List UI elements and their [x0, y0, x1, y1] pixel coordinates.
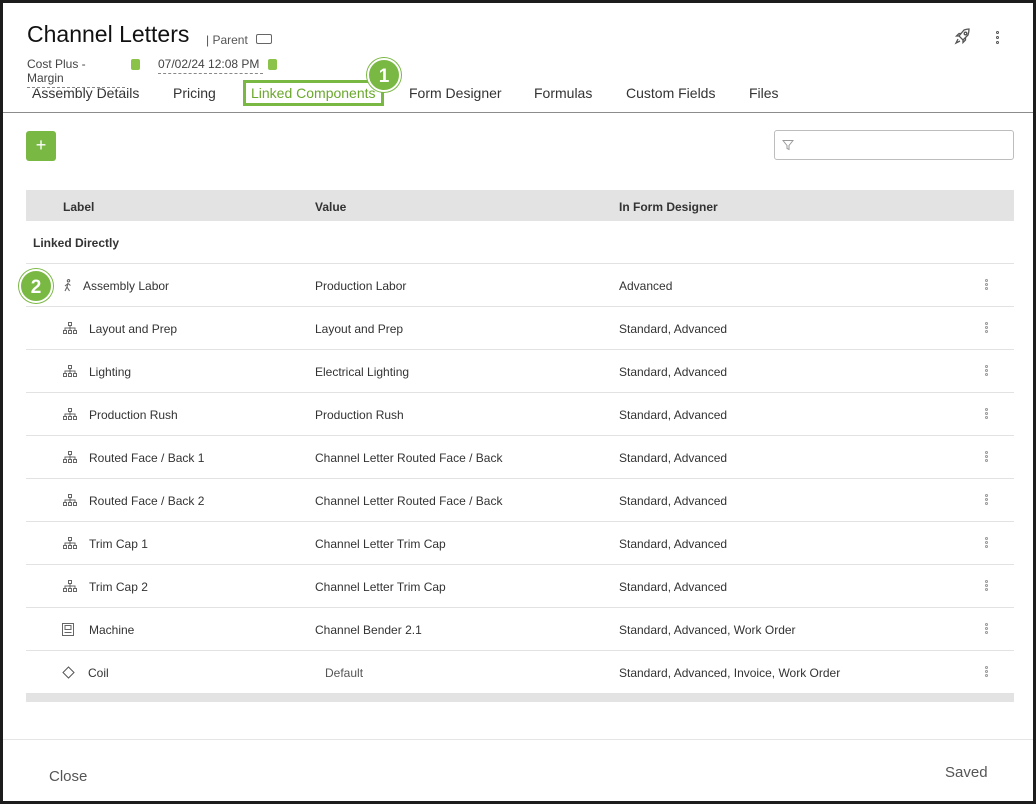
hierarchy-icon — [63, 451, 77, 465]
row-menu-icon[interactable] — [981, 365, 991, 379]
row-menu-icon[interactable] — [981, 537, 991, 551]
table-row[interactable]: Layout and Prep Layout and Prep Standard… — [26, 307, 1014, 350]
row-forms: Standard, Advanced — [619, 580, 728, 594]
close-button[interactable]: Close — [49, 768, 87, 785]
column-header-in-form-designer[interactable]: In Form Designer — [619, 200, 718, 214]
row-value: Channel Letter Routed Face / Back — [315, 451, 503, 465]
row-value: Default — [325, 666, 364, 680]
dialog: Channel Letters | Parent Cost Plus - Mar… — [0, 0, 1036, 804]
walking-person-icon — [61, 279, 75, 293]
linked-components-table: Label Value In Form Designer Linked Dire… — [26, 190, 1014, 702]
tab-bar: Assembly Details Pricing Linked Componen… — [3, 77, 1033, 113]
diamond-icon — [61, 666, 75, 680]
table-row[interactable]: Coil Default Standard, Advanced, Invoice… — [26, 651, 1014, 694]
row-label: Trim Cap 1 — [89, 537, 148, 551]
filter-icon — [782, 140, 794, 151]
row-forms: Standard, Advanced, Work Order — [619, 623, 796, 637]
row-forms: Standard, Advanced — [619, 494, 728, 508]
row-value: Channel Letter Trim Cap — [315, 580, 446, 594]
row-forms: Standard, Advanced — [619, 408, 728, 422]
callout-badge-2: 2 — [19, 269, 53, 303]
table-row[interactable]: Routed Face / Back 1 Channel Letter Rout… — [26, 436, 1014, 479]
tab-pricing[interactable]: Pricing — [173, 85, 216, 101]
hierarchy-icon — [63, 580, 77, 594]
row-forms: Advanced — [619, 279, 673, 293]
row-menu-icon[interactable] — [981, 580, 991, 594]
machine-icon — [61, 623, 75, 637]
row-label: Lighting — [89, 365, 132, 379]
column-header-value[interactable]: Value — [315, 200, 346, 214]
parent-label: | Parent — [206, 33, 248, 47]
row-menu-icon[interactable] — [981, 408, 991, 422]
row-value: Channel Bender 2.1 — [315, 623, 422, 637]
row-label: Routed Face / Back 1 — [89, 451, 205, 465]
table-header: Label Value In Form Designer — [26, 190, 1014, 221]
tab-assembly-details[interactable]: Assembly Details — [32, 85, 139, 101]
tab-form-designer[interactable]: Form Designer — [409, 85, 502, 101]
row-label: Assembly Labor — [83, 279, 170, 293]
row-menu-icon[interactable] — [981, 279, 991, 293]
row-label: Layout and Prep — [89, 322, 178, 336]
calculator-icon[interactable] — [131, 59, 140, 70]
row-label: Coil — [88, 666, 109, 680]
row-menu-icon[interactable] — [981, 623, 991, 637]
row-forms: Standard, Advanced — [619, 451, 728, 465]
row-label: Routed Face / Back 2 — [89, 494, 205, 508]
row-menu-icon[interactable] — [981, 451, 991, 465]
hierarchy-icon — [63, 494, 77, 508]
table-footer-bar — [26, 694, 1014, 702]
row-forms: Standard, Advanced — [619, 365, 728, 379]
row-label: Production Rush — [89, 408, 178, 422]
group-header: Linked Directly — [26, 221, 1014, 264]
table-row[interactable]: Production Rush Production Rush Standard… — [26, 393, 1014, 436]
row-menu-icon[interactable] — [981, 322, 991, 336]
table-row[interactable]: Trim Cap 1 Channel Letter Trim Cap Stand… — [26, 522, 1014, 565]
hierarchy-icon — [63, 537, 77, 551]
dialog-footer: Close Saved — [3, 739, 1033, 804]
callout-badge-1: 1 — [367, 58, 401, 92]
date-picker[interactable]: 07/02/24 12:08 PM — [158, 57, 263, 74]
row-menu-icon[interactable] — [981, 666, 991, 680]
save-status: Saved — [945, 764, 988, 781]
row-label: Trim Cap 2 — [89, 580, 148, 594]
row-value: Channel Letter Trim Cap — [315, 537, 446, 551]
row-menu-icon[interactable] — [981, 494, 991, 508]
calendar-icon[interactable] — [268, 59, 277, 70]
filter-input[interactable] — [774, 130, 1014, 160]
group-label: Linked Directly — [33, 236, 120, 250]
column-header-label[interactable]: Label — [63, 200, 94, 214]
row-forms: Standard, Advanced, Invoice, Work Order — [619, 666, 841, 680]
more-options-icon[interactable] — [989, 27, 1005, 47]
tab-formulas[interactable]: Formulas — [534, 85, 592, 101]
dialog-header: Channel Letters | Parent Cost Plus - Mar… — [3, 3, 1033, 113]
tab-files[interactable]: Files — [749, 85, 779, 101]
table-row[interactable]: Routed Face / Back 2 Channel Letter Rout… — [26, 479, 1014, 522]
row-value: Production Rush — [315, 408, 404, 422]
table-row[interactable]: Machine Channel Bender 2.1 Standard, Adv… — [26, 608, 1014, 651]
table-row[interactable]: Assembly Labor Production Labor Advanced — [26, 264, 1014, 307]
table-row[interactable]: Trim Cap 2 Channel Letter Trim Cap Stand… — [26, 565, 1014, 608]
hierarchy-icon — [63, 322, 77, 336]
row-forms: Standard, Advanced — [619, 322, 728, 336]
row-value: Electrical Lighting — [315, 365, 410, 379]
row-value: Channel Letter Routed Face / Back — [315, 494, 503, 508]
tab-custom-fields[interactable]: Custom Fields — [626, 85, 715, 101]
row-label: Machine — [89, 623, 135, 637]
rocket-icon[interactable] — [953, 27, 973, 47]
row-forms: Standard, Advanced — [619, 537, 728, 551]
table-row[interactable]: Lighting Electrical Lighting Standard, A… — [26, 350, 1014, 393]
row-value: Production Labor — [315, 279, 407, 293]
tab-linked-components[interactable]: Linked Components — [243, 80, 384, 106]
add-component-button[interactable]: + — [26, 131, 56, 161]
row-value: Layout and Prep — [315, 322, 404, 336]
hierarchy-icon — [63, 408, 77, 422]
hierarchy-icon — [63, 365, 77, 379]
page-title: Channel Letters — [27, 21, 190, 47]
parent-toggle-icon[interactable] — [256, 34, 272, 44]
